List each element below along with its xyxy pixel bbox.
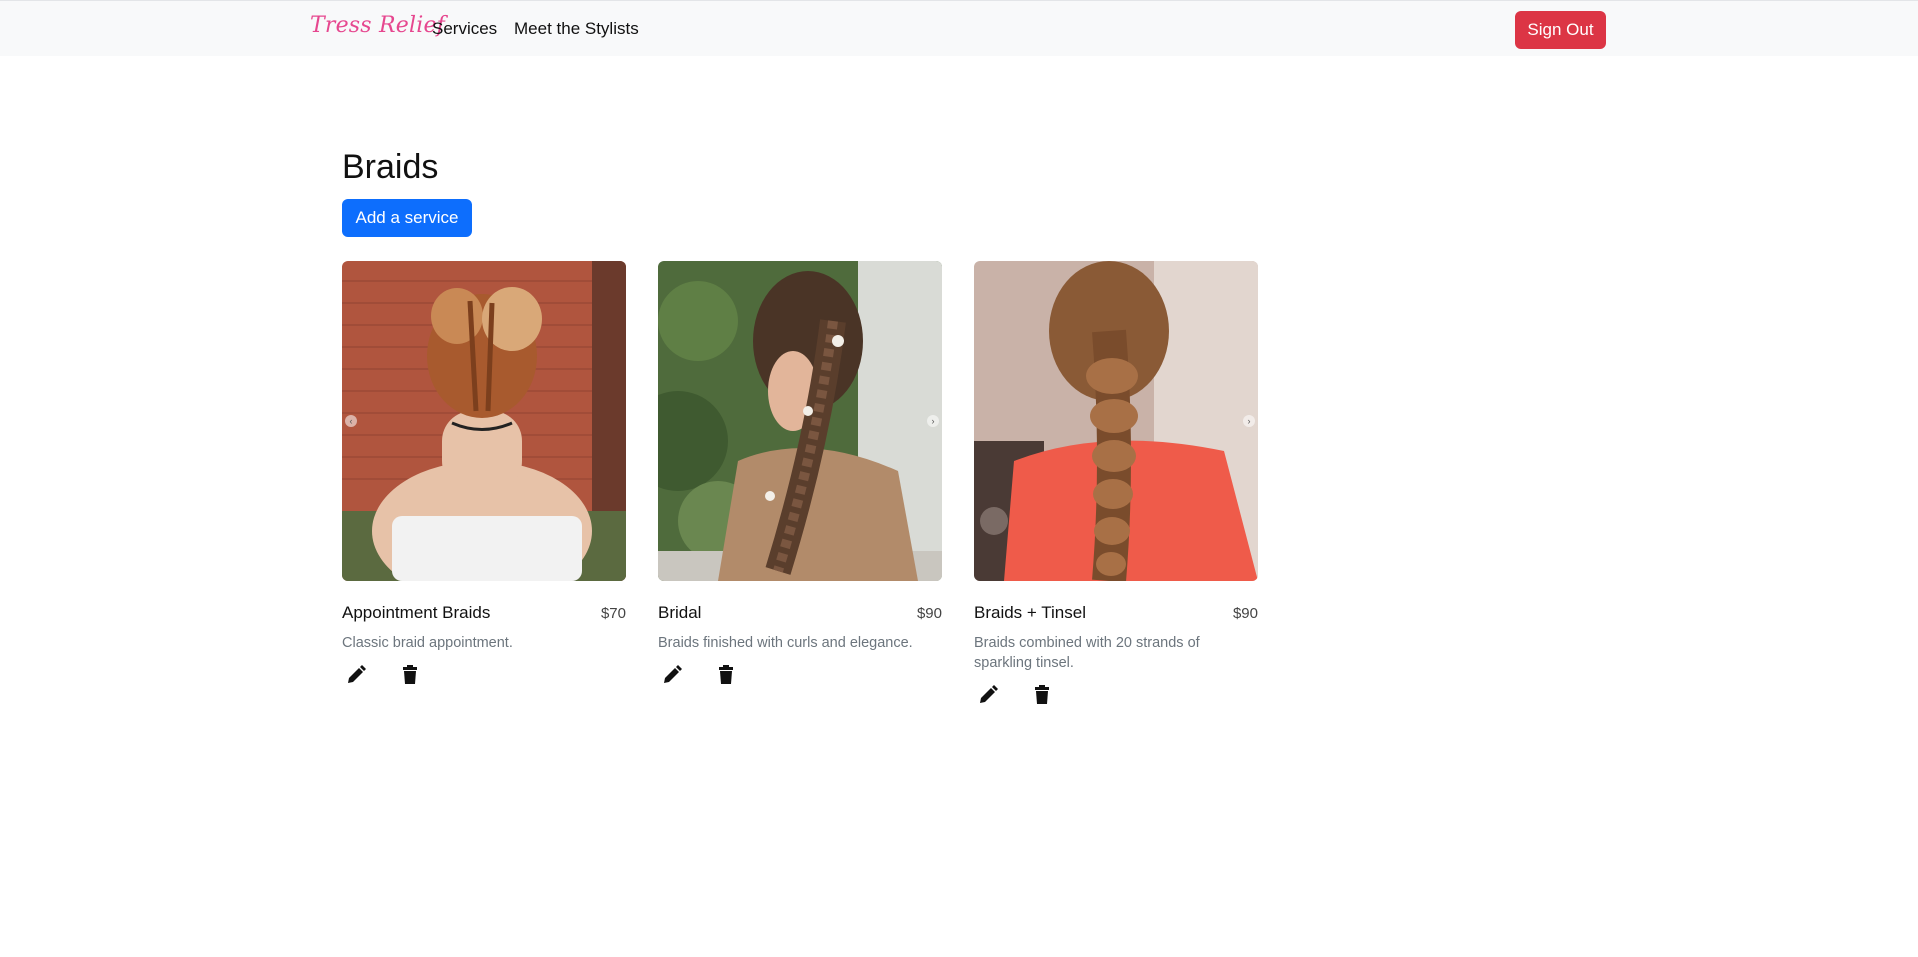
nav-link-meet-the-stylists[interactable]: Meet the Stylists [514,19,639,39]
service-name: Bridal [658,603,702,622]
service-card: › Braids + Tinsel $90 Braids combined wi… [974,261,1258,707]
trash-icon[interactable] [398,663,422,687]
trash-icon[interactable] [714,663,738,687]
service-card: ‹ Appointment Braids $70 Classic braid a… [342,261,626,687]
service-photo [974,261,1258,581]
chevron-left-icon[interactable]: ‹ [345,415,357,427]
chevron-right-icon[interactable]: › [927,415,939,427]
nav-link-services[interactable]: Services [432,19,497,39]
service-image-carousel: ‹ [342,261,626,581]
service-price: $90 [1232,605,1258,622]
trash-icon[interactable] [1030,683,1054,707]
service-price: $70 [600,605,626,622]
page-title: Braids [342,148,439,186]
service-description: Braids finished with curls and elegance. [658,635,913,651]
service-card: › Bridal $90 Braids finished with curls … [658,261,942,687]
service-photo [342,261,626,581]
service-name: Appointment Braids [342,603,491,622]
service-image-carousel: › [974,261,1258,581]
add-service-button[interactable]: Add a service [342,199,472,237]
brand-logo[interactable]: Tress Relief [310,13,445,38]
service-name: Braids + Tinsel [974,603,1086,622]
service-price: $90 [916,605,942,622]
pencil-icon[interactable] [344,663,368,687]
pencil-icon[interactable] [976,683,1000,707]
service-photo [658,261,942,581]
top-navbar: Tress Relief Services Meet the Stylists … [0,0,1918,56]
service-image-carousel: › [658,261,942,581]
service-description: Braids combined with 20 strands of spark… [974,635,1200,671]
service-description: Classic braid appointment. [342,635,513,651]
chevron-right-icon[interactable]: › [1243,415,1255,427]
sign-out-button[interactable]: Sign Out [1515,11,1606,49]
pencil-icon[interactable] [660,663,684,687]
